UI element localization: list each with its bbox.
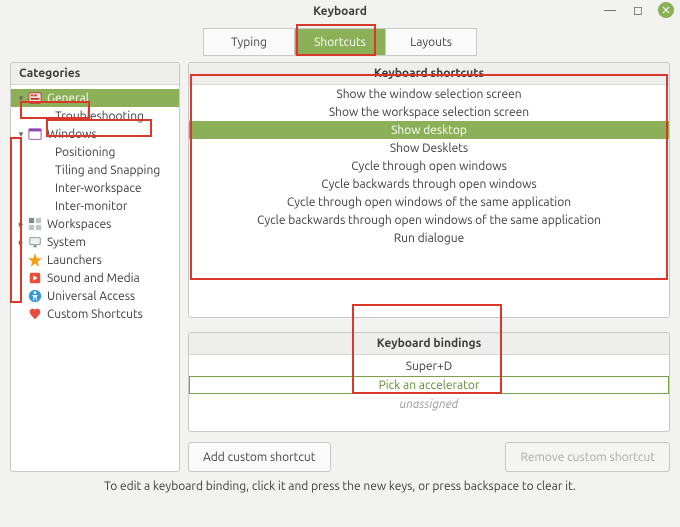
shortcuts-panel: Keyboard shortcuts Show the window selec… bbox=[188, 62, 670, 318]
category-label: Positioning bbox=[55, 146, 115, 159]
category-label: Troubleshooting bbox=[55, 110, 144, 123]
windows-icon bbox=[27, 126, 43, 142]
categories-header: Categories bbox=[11, 63, 179, 85]
category-row[interactable]: Launchers bbox=[11, 251, 179, 269]
right-column: Keyboard shortcuts Show the window selec… bbox=[188, 62, 670, 472]
binding-row[interactable]: Super+D bbox=[189, 357, 669, 375]
shortcuts-header: Keyboard shortcuts bbox=[189, 63, 669, 85]
shortcut-row[interactable]: Cycle through open windows bbox=[189, 157, 669, 175]
shortcut-row[interactable]: Show Desklets bbox=[189, 139, 669, 157]
category-row[interactable]: ▾ General bbox=[11, 89, 179, 107]
category-row[interactable]: ▾ Windows bbox=[11, 125, 179, 143]
window-controls: — ◻ ✕ bbox=[602, 2, 674, 18]
shortcut-row[interactable]: Cycle backwards through open windows bbox=[189, 175, 669, 193]
ua-icon bbox=[27, 288, 43, 304]
system-icon bbox=[27, 234, 43, 250]
main-area: Categories ▾ General Troubleshooting ▾ Windo… bbox=[0, 62, 680, 472]
category-row[interactable]: Inter-monitor bbox=[11, 197, 179, 215]
category-label: Launchers bbox=[47, 254, 102, 267]
shortcut-row[interactable]: Show the workspace selection screen bbox=[189, 103, 669, 121]
category-label: Universal Access bbox=[47, 290, 135, 303]
bindings-panel: Keyboard bindings Super+DPick an acceler… bbox=[188, 332, 670, 432]
tab-shortcuts[interactable]: Shortcuts bbox=[294, 28, 386, 56]
maximize-button[interactable]: ◻ bbox=[630, 2, 646, 18]
shortcut-row[interactable]: Run dialogue bbox=[189, 229, 669, 247]
expander-icon[interactable]: ▸ bbox=[15, 219, 27, 230]
category-label: Windows bbox=[47, 128, 97, 141]
category-label: Tiling and Snapping bbox=[55, 164, 160, 177]
category-row[interactable]: ▸ System bbox=[11, 233, 179, 251]
shortcuts-list[interactable]: Show the window selection screenShow the… bbox=[189, 85, 669, 317]
bindings-list[interactable]: Super+DPick an acceleratorunassigned bbox=[189, 355, 669, 431]
category-label: Inter-monitor bbox=[55, 200, 127, 213]
workspaces-icon bbox=[27, 216, 43, 232]
category-label: Workspaces bbox=[47, 218, 111, 231]
category-row[interactable]: Universal Access bbox=[11, 287, 179, 305]
category-row[interactable]: Troubleshooting bbox=[11, 107, 179, 125]
category-label: Custom Shortcuts bbox=[47, 308, 143, 321]
close-button[interactable]: ✕ bbox=[658, 2, 674, 18]
shortcut-row[interactable]: Cycle backwards through open windows of … bbox=[189, 211, 669, 229]
expander-icon[interactable]: ▾ bbox=[15, 129, 27, 140]
hint-text: To edit a keyboard binding, click it and… bbox=[0, 480, 680, 493]
category-row[interactable]: Custom Shortcuts bbox=[11, 305, 179, 323]
categories-tree[interactable]: ▾ General Troubleshooting ▾ Windows Positioni… bbox=[11, 85, 179, 471]
tab-strip: TypingShortcutsLayouts bbox=[0, 22, 680, 62]
binding-row[interactable]: unassigned bbox=[189, 395, 669, 413]
category-label: Sound and Media bbox=[47, 272, 140, 285]
titlebar: Keyboard — ◻ ✕ bbox=[0, 0, 680, 22]
launchers-icon bbox=[27, 252, 43, 268]
tab-typing[interactable]: Typing bbox=[203, 28, 295, 56]
category-row[interactable]: Inter-workspace bbox=[11, 179, 179, 197]
category-label: General bbox=[47, 92, 89, 105]
expander-icon[interactable]: ▾ bbox=[15, 93, 27, 104]
category-row[interactable]: Tiling and Snapping bbox=[11, 161, 179, 179]
minimize-button[interactable]: — bbox=[602, 2, 618, 18]
shortcut-row[interactable]: Show the window selection screen bbox=[189, 85, 669, 103]
category-row[interactable]: Sound and Media bbox=[11, 269, 179, 287]
category-label: Inter-workspace bbox=[55, 182, 142, 195]
category-row[interactable]: ▸ Workspaces bbox=[11, 215, 179, 233]
button-row: Add custom shortcut Remove custom shortc… bbox=[188, 442, 670, 472]
shortcut-row[interactable]: Cycle through open windows of the same a… bbox=[189, 193, 669, 211]
window-title: Keyboard bbox=[313, 5, 367, 18]
expander-icon[interactable]: ▸ bbox=[15, 237, 27, 248]
custom-icon bbox=[27, 306, 43, 322]
tab-layouts[interactable]: Layouts bbox=[385, 28, 477, 56]
category-row[interactable]: Positioning bbox=[11, 143, 179, 161]
binding-row[interactable]: Pick an accelerator bbox=[189, 376, 669, 394]
shortcut-row[interactable]: Show desktop bbox=[189, 121, 669, 139]
remove-custom-shortcut-button: Remove custom shortcut bbox=[505, 442, 670, 472]
add-custom-shortcut-button[interactable]: Add custom shortcut bbox=[188, 442, 331, 472]
sound-icon bbox=[27, 270, 43, 286]
categories-panel: Categories ▾ General Troubleshooting ▾ Windo… bbox=[10, 62, 180, 472]
general-icon bbox=[27, 90, 43, 106]
category-label: System bbox=[47, 236, 86, 249]
bindings-header: Keyboard bindings bbox=[189, 333, 669, 355]
